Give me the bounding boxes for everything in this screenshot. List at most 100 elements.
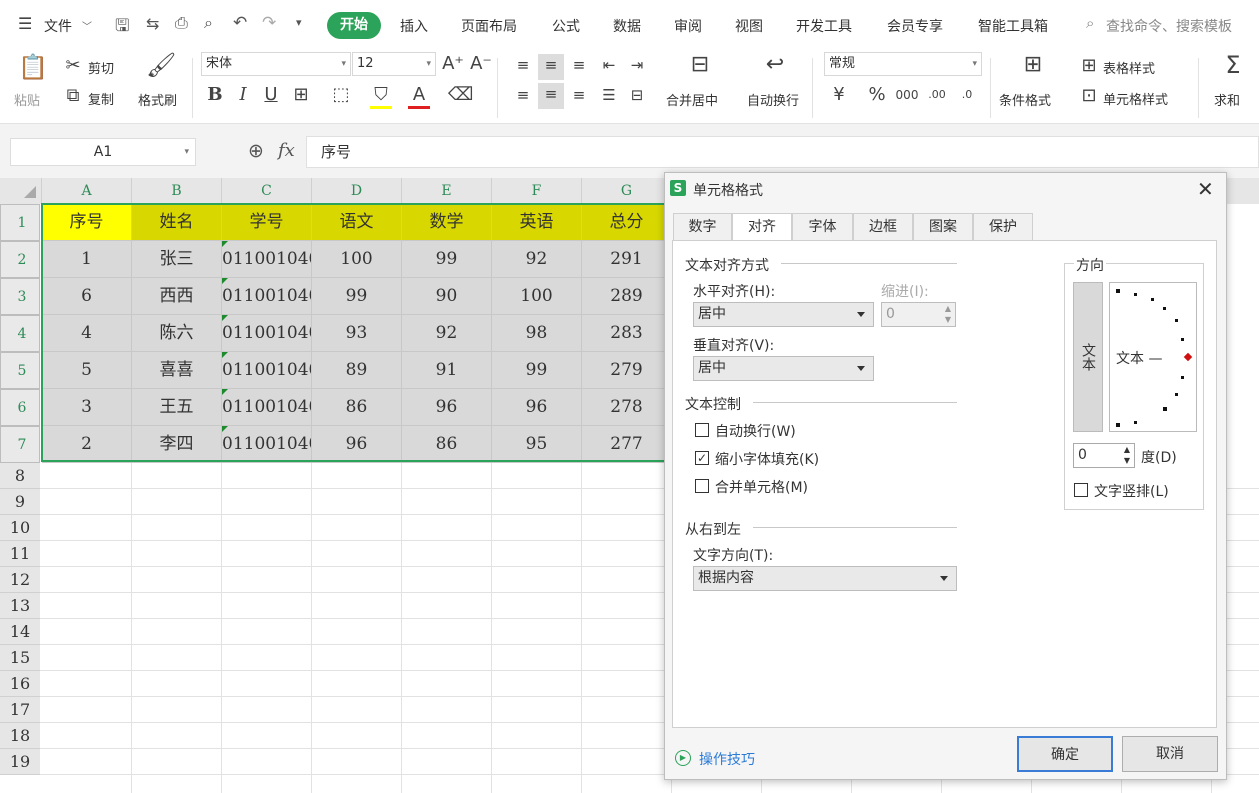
cell-c6[interactable]: 0110010403 bbox=[222, 389, 312, 426]
font-name-select[interactable]: 宋体 ▾ bbox=[201, 52, 351, 76]
justify-icon[interactable]: ☰ bbox=[598, 84, 620, 106]
cell-d3[interactable]: 99 bbox=[312, 278, 402, 315]
merge-center-button[interactable]: 合并居中 bbox=[666, 90, 718, 109]
chevron-down-icon[interactable]: ▾ bbox=[184, 139, 189, 165]
cell-g7[interactable]: 277 bbox=[582, 426, 672, 463]
tab-page-layout[interactable]: 页面布局 bbox=[461, 16, 517, 36]
cell-d1[interactable]: 语文 bbox=[312, 204, 402, 241]
column-header-f[interactable]: F bbox=[492, 178, 582, 204]
number-format-select[interactable]: 常规 ▾ bbox=[824, 52, 982, 76]
close-icon[interactable]: ✕ bbox=[1197, 177, 1214, 201]
formula-input[interactable]: 序号 bbox=[306, 136, 1259, 168]
shrink-to-fit-checkbox[interactable]: ✓ bbox=[695, 451, 709, 465]
cell-e1[interactable]: 数学 bbox=[402, 204, 492, 241]
increase-font-icon[interactable]: A⁺ bbox=[442, 53, 464, 75]
row-header-10[interactable]: 10 bbox=[0, 515, 40, 541]
row-header-3[interactable]: 3 bbox=[0, 278, 40, 315]
bold-icon[interactable]: B bbox=[204, 84, 226, 106]
merge-cells-label[interactable]: 合并单元格(M) bbox=[715, 477, 808, 497]
customize-icon[interactable]: ▾ bbox=[296, 16, 302, 29]
tab-alignment[interactable]: 对齐 bbox=[732, 213, 792, 241]
cell-a3[interactable]: 6 bbox=[42, 278, 132, 315]
cell-b4[interactable]: 陈六 bbox=[132, 315, 222, 352]
cell-c5[interactable]: 0110010403 bbox=[222, 352, 312, 389]
cell-b2[interactable]: 张三 bbox=[132, 241, 222, 278]
cell-c2[interactable]: 0110010403 bbox=[222, 241, 312, 278]
cell-f3[interactable]: 100 bbox=[492, 278, 582, 315]
play-icon[interactable]: ▶ bbox=[675, 750, 691, 766]
orientation-pointer[interactable] bbox=[1183, 352, 1193, 362]
row-header-7[interactable]: 7 bbox=[0, 426, 40, 463]
fill-color-icon[interactable]: ⛉ bbox=[370, 84, 392, 109]
cell-d4[interactable]: 93 bbox=[312, 315, 402, 352]
cell-g5[interactable]: 279 bbox=[582, 352, 672, 389]
cell-a7[interactable]: 2 bbox=[42, 426, 132, 463]
conditional-format-button[interactable]: 条件格式 bbox=[999, 90, 1051, 109]
cell-e2[interactable]: 99 bbox=[402, 241, 492, 278]
cell-b6[interactable]: 王五 bbox=[132, 389, 222, 426]
decrease-font-icon[interactable]: A⁻ bbox=[470, 53, 492, 75]
row-header-17[interactable]: 17 bbox=[0, 697, 40, 723]
align-center-icon[interactable]: ≡ bbox=[538, 83, 564, 109]
eraser-icon[interactable]: ⌫ bbox=[448, 84, 473, 106]
v-align-select[interactable]: 居中 bbox=[693, 356, 874, 381]
cell-f7[interactable]: 95 bbox=[492, 426, 582, 463]
row-header-5[interactable]: 5 bbox=[0, 352, 40, 389]
name-box[interactable]: A1 ▾ bbox=[10, 138, 196, 166]
tab-start[interactable]: 开始 bbox=[327, 12, 381, 39]
row-header-4[interactable]: 4 bbox=[0, 315, 40, 352]
cell-g6[interactable]: 278 bbox=[582, 389, 672, 426]
row-header-8[interactable]: 8 bbox=[0, 463, 40, 489]
cell-e7[interactable]: 86 bbox=[402, 426, 492, 463]
align-top-icon[interactable]: ≡ bbox=[512, 54, 534, 76]
cell-c3[interactable]: 0110010403 bbox=[222, 278, 312, 315]
row-header-2[interactable]: 2 bbox=[0, 241, 40, 278]
increase-decimal-icon[interactable]: .00 bbox=[924, 84, 950, 106]
row-header-12[interactable]: 12 bbox=[0, 567, 40, 593]
merge-center-icon[interactable]: ⊟ bbox=[685, 54, 715, 76]
redo-icon[interactable]: ↷ bbox=[262, 13, 276, 33]
align-bottom-icon[interactable]: ≡ bbox=[568, 54, 590, 76]
border-icon[interactable]: ⊞ bbox=[290, 84, 312, 106]
sum-icon[interactable]: Σ bbox=[1218, 53, 1248, 77]
align-right-icon[interactable]: ≡ bbox=[568, 84, 590, 106]
cell-c4[interactable]: 0110010403 bbox=[222, 315, 312, 352]
undo-icon[interactable]: ↶ bbox=[233, 13, 247, 33]
brush-icon[interactable]: 🖌 bbox=[146, 53, 176, 77]
column-header-b[interactable]: B bbox=[132, 178, 222, 204]
row-header-11[interactable]: 11 bbox=[0, 541, 40, 567]
row-header-15[interactable]: 15 bbox=[0, 645, 40, 671]
function-icon[interactable]: fx bbox=[278, 140, 295, 161]
tab-border[interactable]: 边框 bbox=[853, 213, 913, 240]
cell-d6[interactable]: 86 bbox=[312, 389, 402, 426]
search-box[interactable]: 查找命令、搜索模板 bbox=[1106, 16, 1232, 36]
row-header-1[interactable]: 1 bbox=[0, 204, 40, 241]
cell-e5[interactable]: 91 bbox=[402, 352, 492, 389]
distribute-icon[interactable]: ⊟ bbox=[626, 84, 648, 106]
export-icon[interactable]: ⇆ bbox=[146, 14, 159, 33]
wrap-text-label[interactable]: 自动换行(W) bbox=[715, 421, 796, 441]
copy-icon[interactable]: ⧉ bbox=[62, 85, 84, 107]
cell-a4[interactable]: 4 bbox=[42, 315, 132, 352]
cell-e6[interactable]: 96 bbox=[402, 389, 492, 426]
cell-b1[interactable]: 姓名 bbox=[132, 204, 222, 241]
hamburger-icon[interactable]: ☰ bbox=[18, 14, 32, 33]
tab-member[interactable]: 会员专享 bbox=[887, 16, 943, 36]
table-style-icon[interactable]: ⊞ bbox=[1078, 55, 1100, 77]
cell-d7[interactable]: 96 bbox=[312, 426, 402, 463]
print-preview-icon[interactable]: ⌕ bbox=[204, 13, 213, 33]
tab-view[interactable]: 视图 bbox=[735, 16, 763, 36]
cell-g1[interactable]: 总分 bbox=[582, 204, 672, 241]
table-style-button[interactable]: 表格样式 bbox=[1103, 58, 1155, 77]
tab-smart-tools[interactable]: 智能工具箱 bbox=[978, 16, 1048, 36]
cell-c7[interactable]: 0110010403 bbox=[222, 426, 312, 463]
shrink-to-fit-label[interactable]: 缩小字体填充(K) bbox=[715, 449, 819, 469]
copy-button[interactable]: 复制 bbox=[88, 89, 114, 108]
merge-cells-checkbox[interactable] bbox=[695, 479, 709, 493]
tab-font[interactable]: 字体 bbox=[792, 213, 853, 240]
cell-d2[interactable]: 100 bbox=[312, 241, 402, 278]
paste-icon[interactable]: 📋 bbox=[18, 55, 48, 79]
save-icon[interactable]: 🖫 bbox=[115, 13, 129, 42]
tab-developer[interactable]: 开发工具 bbox=[796, 16, 852, 36]
cell-f5[interactable]: 99 bbox=[492, 352, 582, 389]
